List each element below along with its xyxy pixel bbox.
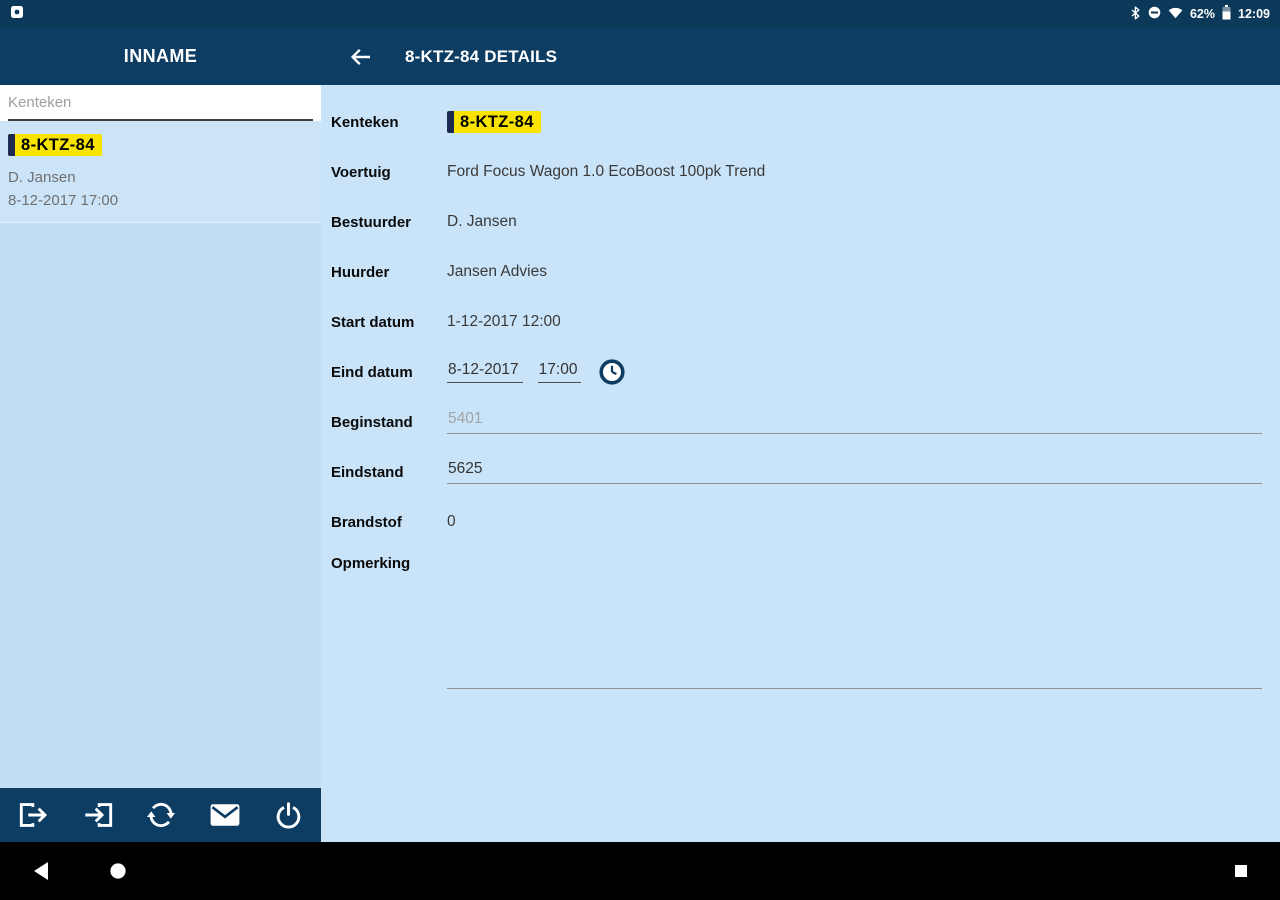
beginstand-label: Beginstand <box>331 413 413 431</box>
start-datum-value: 1-12-2017 12:00 <box>447 313 561 330</box>
detail-page-title: 8-KTZ-84 DETAILS <box>405 46 558 66</box>
plate-strip <box>447 111 454 133</box>
time-picker-button[interactable] <box>599 359 626 388</box>
voertuig-value: Ford Focus Wagon 1.0 EcoBoost 100pk Tren… <box>447 163 766 180</box>
status-bar: 62% 12:09 <box>0 0 1280 28</box>
eindstand-input[interactable] <box>447 460 1262 484</box>
sidebar-header: INNAME <box>0 28 321 85</box>
bluetooth-icon <box>1130 6 1141 23</box>
power-icon <box>275 801 302 832</box>
wifi-icon <box>1168 7 1183 22</box>
logout-icon <box>19 803 49 831</box>
detail-header: 8-KTZ-84 DETAILS <box>321 28 1280 85</box>
status-right: 62% 12:09 <box>1130 5 1270 23</box>
app-bar: INNAME 8-KTZ-84 DETAILS <box>0 28 1280 85</box>
form-row-start-datum: Start datum 1-12-2017 12:00 <box>331 297 1262 347</box>
form-row-brandstof: Brandstof 0 <box>331 497 1262 547</box>
huurder-value: Jansen Advies <box>447 263 547 280</box>
android-nav-bar <box>0 842 1280 900</box>
back-triangle-icon <box>32 862 49 884</box>
eindstand-label: Eindstand <box>331 463 404 481</box>
huurder-label: Huurder <box>331 263 390 281</box>
plate-number: 8-KTZ-84 <box>21 136 95 154</box>
form-row-eind-datum: Eind datum 8-12-2017 17:00 <box>331 347 1262 397</box>
eindstand-field <box>447 460 1262 484</box>
battery-icon <box>1222 5 1231 23</box>
sync-icon <box>147 802 175 832</box>
form-row-huurder: Huurder Jansen Advies <box>331 247 1262 297</box>
screen: 62% 12:09 INNAME 8-KTZ-84 DETAILS Kentek… <box>0 0 1280 900</box>
home-circle-icon <box>109 863 127 883</box>
form-row-bestuurder: Bestuurder D. Jansen <box>331 197 1262 247</box>
clock-time: 12:09 <box>1238 7 1270 21</box>
status-left <box>10 5 24 24</box>
power-button[interactable] <box>271 798 306 833</box>
square-icon <box>1234 865 1248 881</box>
eind-datum-date-field[interactable]: 8-12-2017 <box>447 361 523 383</box>
android-back-button[interactable] <box>26 855 55 887</box>
voertuig-label: Voertuig <box>331 163 391 181</box>
notification-icon <box>10 5 24 24</box>
battery-percent: 62% <box>1189 7 1216 21</box>
sidebar-toolbar <box>0 788 321 842</box>
kenteken-search <box>0 85 321 121</box>
form-row-kenteken: Kenteken 8-KTZ-84 <box>331 97 1262 147</box>
beginstand-field <box>447 410 1262 434</box>
license-plate: 8-KTZ-84 <box>8 134 102 156</box>
page-title-inname: INNAME <box>123 46 198 66</box>
beginstand-input[interactable] <box>447 410 1262 434</box>
mail-button[interactable] <box>205 799 245 831</box>
form-row-beginstand: Beginstand <box>331 397 1262 447</box>
mail-icon <box>209 804 241 830</box>
bestuurder-label: Bestuurder <box>331 213 412 231</box>
content: 8-KTZ-84 D. Jansen 8-12-2017 17:00 <box>0 85 1280 842</box>
list-item-driver: D. Jansen <box>8 169 76 186</box>
sidebar: 8-KTZ-84 D. Jansen 8-12-2017 17:00 <box>0 85 321 842</box>
form-row-eindstand: Eindstand <box>331 447 1262 497</box>
login-icon <box>83 803 113 831</box>
plate-strip <box>8 134 15 156</box>
eind-datum-time-field[interactable]: 17:00 <box>537 361 582 383</box>
vehicle-list-item[interactable]: 8-KTZ-84 D. Jansen 8-12-2017 17:00 <box>0 121 321 223</box>
kenteken-label: Kenteken <box>331 113 399 131</box>
form-row-opmerking: Opmerking <box>331 547 1262 689</box>
kenteken-search-input[interactable] <box>8 85 313 121</box>
brandstof-label: Brandstof <box>331 513 402 531</box>
opmerking-input[interactable] <box>447 555 1262 689</box>
list-item-datetime: 8-12-2017 17:00 <box>8 192 119 209</box>
arrow-back-icon <box>349 48 373 72</box>
clock-icon <box>599 359 626 388</box>
brandstof-value: 0 <box>447 513 456 530</box>
license-plate: 8-KTZ-84 <box>447 111 541 133</box>
detail-form: Kenteken 8-KTZ-84 Voertuig Ford Focus Wa… <box>321 85 1280 842</box>
form-row-voertuig: Voertuig Ford Focus Wagon 1.0 EcoBoost 1… <box>331 147 1262 197</box>
back-button[interactable] <box>345 41 377 73</box>
bestuurder-value: D. Jansen <box>447 213 517 230</box>
logout-button[interactable] <box>15 798 53 832</box>
android-home-button[interactable] <box>103 856 133 886</box>
eind-datum-label: Eind datum <box>331 363 413 381</box>
android-recents-button[interactable] <box>1228 858 1254 884</box>
login-button[interactable] <box>79 798 117 832</box>
kenteken-value: 8-KTZ-84 <box>460 113 534 131</box>
opmerking-label: Opmerking <box>331 555 411 572</box>
sync-button[interactable] <box>143 797 179 833</box>
do-not-disturb-icon <box>1148 6 1161 22</box>
start-datum-label: Start datum <box>331 313 415 331</box>
